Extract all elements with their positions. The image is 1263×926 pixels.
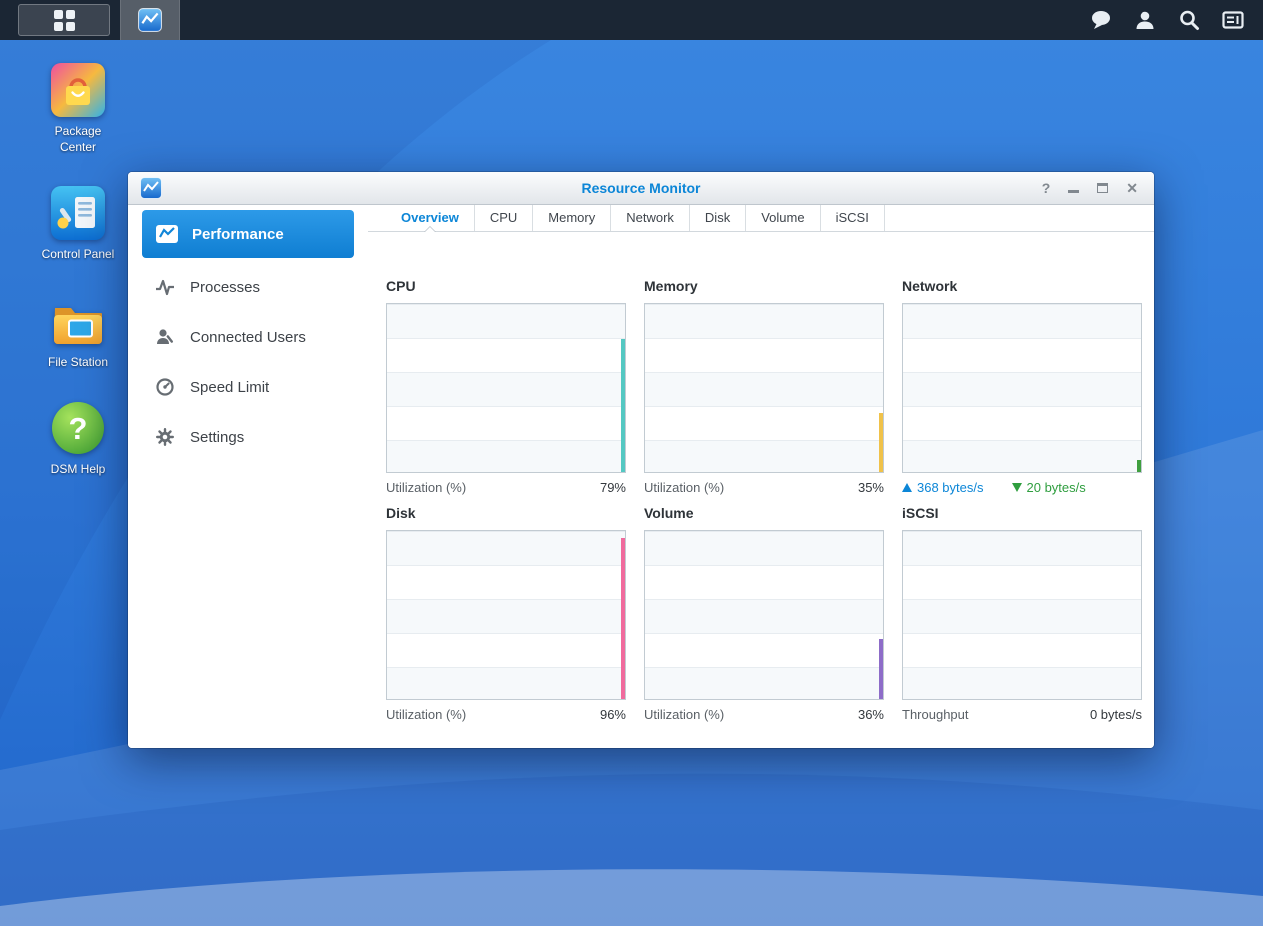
widgets-icon (1221, 8, 1245, 32)
desktop-icon-label: File Station (48, 355, 108, 371)
sidebar-item-label: Speed Limit (190, 379, 269, 396)
sidebar-item-settings[interactable]: Settings (128, 412, 368, 462)
main-menu-grid-icon (54, 10, 75, 31)
tab-network[interactable]: Network (611, 205, 690, 231)
tab-volume[interactable]: Volume (746, 205, 820, 231)
sidebar-item-label: Processes (190, 279, 260, 296)
sidebar: Performance Processes (128, 205, 368, 748)
tab-cpu[interactable]: CPU (475, 205, 533, 231)
panel-iscsi: iSCSI Throughput 0 bytes/s (902, 505, 1142, 722)
footer-label: Utilization (%) (644, 480, 724, 495)
cpu-chart (386, 303, 626, 473)
processes-icon (152, 277, 178, 297)
sidebar-item-processes[interactable]: Processes (128, 262, 368, 312)
tab-disk[interactable]: Disk (690, 205, 746, 231)
close-button[interactable]: ✕ (1126, 181, 1138, 195)
window-title: Resource Monitor (128, 180, 1154, 196)
dsm-help-icon: ? (50, 400, 106, 456)
footer-label: Utilization (%) (386, 480, 466, 495)
memory-sparkline (879, 413, 883, 472)
main-menu-button[interactable] (18, 4, 110, 36)
search-button[interactable] (1171, 3, 1207, 37)
desktop-icon-dsm-help[interactable]: ? DSM Help (30, 400, 126, 478)
panel-network: Network 368 bytes/s (902, 278, 1142, 495)
main-area: Overview CPU Memory Network Disk Volume … (368, 205, 1154, 748)
resource-monitor-icon (140, 177, 162, 199)
resource-monitor-icon (138, 8, 162, 32)
maximize-button[interactable] (1097, 183, 1108, 193)
minimize-button[interactable] (1068, 183, 1079, 193)
help-button[interactable]: ? (1042, 181, 1051, 195)
memory-chart (644, 303, 884, 473)
footer-label: Utilization (%) (386, 707, 466, 722)
disk-sparkline (621, 538, 625, 699)
panel-title: Volume (644, 505, 884, 521)
network-sparkline (1137, 460, 1141, 472)
sidebar-item-label: Settings (190, 429, 244, 446)
performance-icon (154, 221, 180, 247)
desktop-icon-file-station[interactable]: File Station (30, 293, 126, 371)
chat-bubble-icon (1089, 8, 1113, 32)
panel-cpu: CPU Utilization (%) 79% (386, 278, 626, 495)
resource-monitor-window: Resource Monitor ? ✕ Performan (128, 172, 1154, 748)
desktop-icon-label: Control Panel (42, 247, 115, 263)
settings-gear-icon (152, 427, 178, 447)
sidebar-item-performance[interactable]: Performance (142, 210, 354, 258)
volume-sparkline (879, 639, 883, 699)
file-station-icon (50, 293, 106, 349)
footer-value: 35% (858, 480, 884, 495)
connected-users-icon (152, 327, 178, 347)
sidebar-item-connected-users[interactable]: Connected Users (128, 312, 368, 362)
cpu-sparkline (621, 339, 625, 472)
speed-limit-icon (152, 377, 178, 397)
footer-value: 36% (858, 707, 884, 722)
desktop-icon-control-panel[interactable]: Control Panel (30, 185, 126, 263)
panel-title: iSCSI (902, 505, 1142, 521)
download-rate: 20 bytes/s (1027, 480, 1086, 495)
panel-volume: Volume Utilization (%) 36% (644, 505, 884, 722)
desktop-icon-label: Package Center (38, 124, 118, 155)
upload-rate: 368 bytes/s (917, 480, 984, 495)
user-menu-button[interactable] (1127, 3, 1163, 37)
desktop-icon-package-center[interactable]: Package Center (30, 62, 126, 155)
network-chart (902, 303, 1142, 473)
upload-arrow-icon (902, 483, 912, 492)
window-titlebar[interactable]: Resource Monitor ? ✕ (128, 172, 1154, 205)
content-area: CPU Utilization (%) 79% Memory (368, 232, 1154, 748)
panel-disk: Disk Utilization (%) 96% (386, 505, 626, 722)
download-arrow-icon (1012, 483, 1022, 492)
footer-value: 79% (600, 480, 626, 495)
user-icon (1133, 8, 1157, 32)
footer-label: Throughput (902, 707, 969, 722)
tab-overview[interactable]: Overview (386, 205, 475, 231)
control-panel-icon (50, 185, 106, 241)
panel-title: Disk (386, 505, 626, 521)
footer-label: Utilization (%) (644, 707, 724, 722)
notifications-button[interactable] (1083, 3, 1119, 37)
desktop: Package Center Control Panel (0, 0, 1263, 926)
search-icon (1177, 8, 1201, 32)
panel-title: Memory (644, 278, 884, 294)
desktop-icon-label: DSM Help (51, 462, 106, 478)
sidebar-item-speed-limit[interactable]: Speed Limit (128, 362, 368, 412)
disk-chart (386, 530, 626, 700)
footer-value: 96% (600, 707, 626, 722)
widgets-button[interactable] (1215, 3, 1251, 37)
tab-iscsi[interactable]: iSCSI (821, 205, 885, 231)
sidebar-item-label: Performance (192, 226, 284, 243)
iscsi-chart (902, 530, 1142, 700)
svg-text:?: ? (69, 411, 88, 446)
panel-title: Network (902, 278, 1142, 294)
panel-memory: Memory Utilization (%) 35% (644, 278, 884, 495)
taskbar-app-resource-monitor[interactable] (120, 0, 180, 40)
package-center-icon (50, 62, 106, 118)
tab-bar: Overview CPU Memory Network Disk Volume … (368, 205, 1154, 232)
sidebar-item-label: Connected Users (190, 329, 306, 346)
taskbar (0, 0, 1263, 40)
panel-title: CPU (386, 278, 626, 294)
volume-chart (644, 530, 884, 700)
desktop-icon-column: Package Center Control Panel (30, 62, 126, 478)
tab-memory[interactable]: Memory (533, 205, 611, 231)
footer-value: 0 bytes/s (1090, 707, 1142, 722)
